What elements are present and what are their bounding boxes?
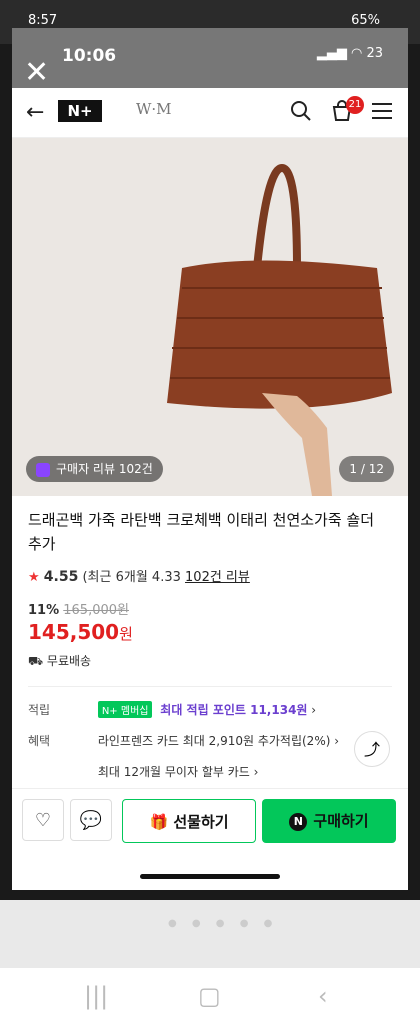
divider [28, 686, 392, 687]
product-title: 드래곤백 가죽 라탄백 크로체백 이태리 천연소가죽 숄더 추가 [28, 511, 375, 553]
phone-screen: 10:06 ▂▄▆ ◠ 23 ✕ ← N+ W·M 21 구매자 리뷰 102건… [12, 28, 408, 890]
sale-price: 145,500원 [28, 620, 392, 644]
share-icon[interactable]: ⤴ [354, 731, 390, 767]
price-unit: 원 [119, 625, 133, 643]
search-icon[interactable] [290, 100, 312, 122]
inner-status-bar: 10:06 ▂▄▆ ◠ 23 [12, 28, 408, 88]
bottom-action-bar: ♡ 💬 🎁 선물하기 N 구매하기 [12, 788, 408, 850]
membership-badge: N+ 멤버십 [97, 701, 153, 718]
app-header: ← N+ W·M 21 [12, 88, 408, 138]
product-info: 드래곤백 가죽 라탄백 크로체백 이태리 천연소가죽 숄더 추가 ★ 4.55 … [28, 508, 392, 780]
shipping-label: 무료배송 [46, 654, 92, 668]
buyer-review-pill[interactable]: 구매자 리뷰 102건 [26, 456, 163, 482]
benefit-row[interactable]: 혜택 라인프렌즈 카드 최대 2,910원 추가적립(2%) › [28, 732, 392, 749]
page-dots: ● ● ● ● ● [168, 918, 279, 929]
recents-icon[interactable]: ||| [84, 982, 108, 1010]
signal-wifi-battery: ▂▄▆ ◠ 23 [316, 46, 383, 61]
system-nav-bar: ||| ▢ ‹ [0, 968, 420, 1024]
shop-logo[interactable]: W·M [136, 100, 172, 118]
wishlist-heart-icon[interactable]: ♡ [22, 799, 64, 841]
menu-icon[interactable] [372, 102, 392, 120]
review-count-link[interactable]: 102건 리뷰 [185, 570, 250, 585]
chat-icon[interactable]: 💬 [70, 799, 112, 841]
nplus-logo[interactable]: N+ [58, 100, 102, 122]
points-label: 적립 [28, 703, 51, 717]
cart-count-badge: 21 [346, 96, 364, 114]
benefit-label: 혜택 [28, 734, 51, 748]
review-icon [36, 462, 50, 477]
gift-icon: 🎁 [149, 813, 174, 831]
inner-time: 10:06 [62, 46, 117, 66]
close-icon[interactable]: ✕ [24, 58, 54, 88]
outer-time: 8:57 [28, 13, 58, 28]
buy-label: 구매하기 [313, 812, 369, 830]
benefit-card-1: 라인프렌즈 카드 최대 2,910원 추가적립(2%) [97, 734, 331, 748]
battery-level: 23 [366, 46, 383, 61]
gift-button[interactable]: 🎁 선물하기 [122, 799, 256, 843]
star-icon: ★ [28, 570, 40, 585]
sale-price-value: 145,500 [28, 620, 120, 644]
original-price-row: 11% 165,000원 [28, 599, 392, 618]
bag-illustration [167, 163, 392, 496]
benefit-row-2[interactable]: 최대 12개월 무이자 할부 카드 › [28, 763, 392, 780]
product-image[interactable]: 구매자 리뷰 102건 1 / 12 [12, 138, 408, 496]
truck-icon: ⛟ [28, 654, 47, 668]
image-pager: 1 / 12 [339, 456, 394, 482]
back-icon[interactable]: ‹ [318, 982, 328, 1010]
original-price: 165,000원 [63, 603, 129, 618]
shipping-info: ⛟ 무료배송 [28, 652, 392, 670]
rating-recent: (최근 6개월 4.33 [82, 570, 181, 585]
points-row[interactable]: 적립 N+ 멤버십 최대 적립 포인트 11,134원 › [28, 701, 392, 718]
rating-row: ★ 4.55 (최근 6개월 4.33 102건 리뷰 [28, 566, 392, 585]
review-pill-label: 구매자 리뷰 102건 [56, 462, 153, 476]
benefit-card-2: 최대 12개월 무이자 할부 카드 [97, 765, 250, 779]
naver-n-icon: N [289, 812, 308, 831]
rating-score: 4.55 [43, 569, 79, 585]
gift-label: 선물하기 [173, 813, 229, 831]
outer-battery: 65% [351, 13, 380, 28]
buy-button[interactable]: N 구매하기 [262, 799, 396, 843]
discount-rate: 11% [28, 603, 60, 618]
back-arrow-icon[interactable]: ← [26, 100, 44, 125]
home-indicator [140, 874, 280, 879]
home-icon[interactable]: ▢ [198, 982, 221, 1010]
points-text: 최대 적립 포인트 11,134원 [160, 703, 308, 717]
